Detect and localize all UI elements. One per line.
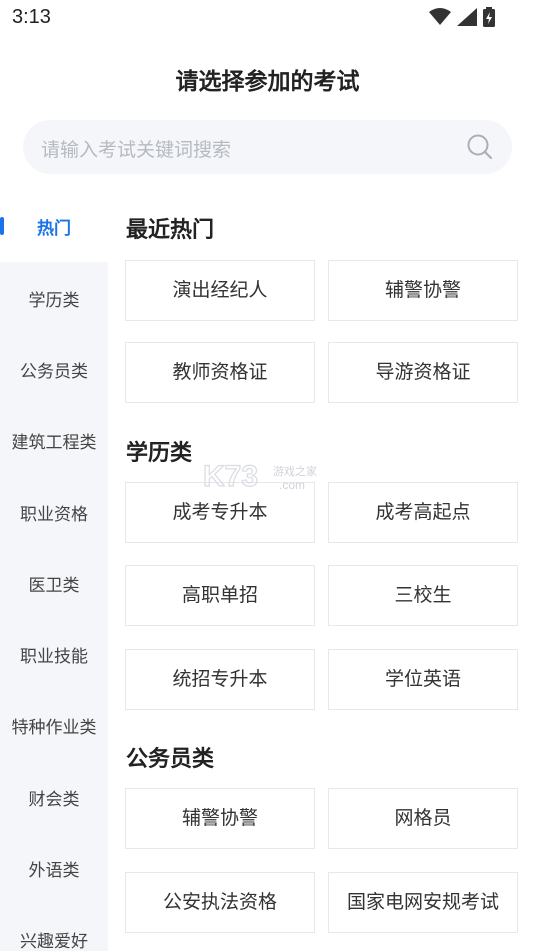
sidebar-item-label: 学历类	[28, 290, 80, 311]
search-input[interactable]: 请输入考试关键词搜索	[23, 120, 512, 174]
sidebar-item-construction[interactable]: 建筑工程类	[0, 404, 108, 476]
exam-tile[interactable]: 公安执法资格	[125, 872, 315, 933]
sidebar-item-civil-service[interactable]: 公务员类	[0, 333, 108, 405]
sidebar-item-special-operations[interactable]: 特种作业类	[0, 689, 108, 761]
sidebar-item-professional-qualification[interactable]: 职业资格	[0, 476, 108, 548]
sidebar-item-accounting[interactable]: 财会类	[0, 761, 108, 833]
wifi-icon	[429, 8, 451, 25]
sidebar-item-label: 财会类	[28, 789, 80, 810]
cellular-signal-icon	[457, 8, 477, 26]
category-sidebar: 热门 学历类 公务员类 建筑工程类 职业资格 医卫类 职业技能 特种作业类 财会…	[0, 190, 108, 951]
section-title-education: 学历类	[126, 441, 193, 466]
sidebar-item-label: 职业资格	[20, 504, 88, 525]
watermark-text: 游戏之家	[273, 464, 317, 478]
sidebar-item-label: 医卫类	[28, 575, 80, 596]
page-title: 请选择参加的考试	[175, 69, 360, 95]
exam-tile[interactable]: 三校生	[328, 565, 518, 626]
sidebar-item-label: 热门	[37, 218, 71, 239]
sidebar-item-medical[interactable]: 医卫类	[0, 547, 108, 619]
status-time: 3:13	[12, 6, 51, 28]
active-indicator	[0, 217, 4, 235]
sidebar-item-label: 兴趣爱好	[20, 931, 88, 951]
sidebar-item-label: 外语类	[28, 860, 80, 881]
sidebar-item-label: 建筑工程类	[11, 432, 97, 453]
search-placeholder: 请输入考试关键词搜索	[41, 139, 232, 161]
battery-charging-icon	[483, 7, 495, 27]
watermark-brand: K73	[203, 460, 258, 493]
sidebar-item-label: 特种作业类	[11, 717, 97, 738]
exam-tile[interactable]: 高职单招	[125, 565, 315, 626]
exam-tile[interactable]: 学位英语	[328, 649, 518, 710]
exam-tile[interactable]: 辅警协警	[328, 260, 518, 321]
sidebar-item-education[interactable]: 学历类	[0, 262, 108, 334]
sidebar-item-label: 职业技能	[20, 646, 88, 667]
exam-tile[interactable]: 国家电网安规考试	[328, 872, 518, 933]
sidebar-item-label: 公务员类	[20, 361, 88, 382]
exam-tile[interactable]: 辅警协警	[125, 788, 315, 849]
sidebar-item-hobbies[interactable]: 兴趣爱好	[0, 903, 108, 951]
sidebar-item-vocational-skills[interactable]: 职业技能	[0, 618, 108, 690]
status-icons	[429, 7, 495, 27]
exam-tile[interactable]: 演出经纪人	[125, 260, 315, 321]
exam-tile[interactable]: 网格员	[328, 788, 518, 849]
status-bar: 3:13	[0, 0, 535, 36]
section-title-recent-hot: 最近热门	[126, 218, 215, 243]
sidebar-item-hot[interactable]: 热门	[0, 190, 108, 262]
sidebar-item-foreign-language[interactable]: 外语类	[0, 832, 108, 904]
section-title-civil-service: 公务员类	[126, 747, 215, 772]
exam-tile[interactable]: 教师资格证	[125, 342, 315, 403]
exam-tile[interactable]: 统招专升本	[125, 649, 315, 710]
exam-tile[interactable]: 导游资格证	[328, 342, 518, 403]
exam-select-screen: 3:13 请选择参加的考试 请输入考试关键词搜索 热门 学历类 公务员类 建筑工…	[0, 0, 535, 951]
k73-watermark-logo: K73 游戏之家 .com	[203, 459, 317, 493]
watermark-domain: .com	[279, 478, 305, 492]
search-icon[interactable]	[466, 133, 494, 161]
exam-tile[interactable]: 成考高起点	[328, 482, 518, 543]
